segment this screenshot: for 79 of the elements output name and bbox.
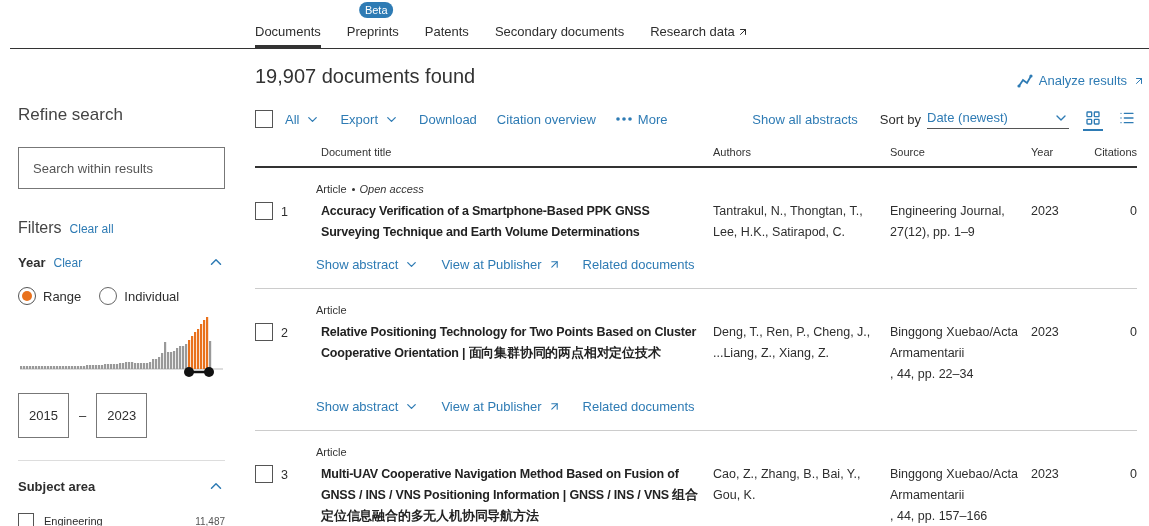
document-link[interactable]: Related documents xyxy=(582,257,695,272)
citations-count: 0 xyxy=(1129,324,1137,341)
sort-dropdown[interactable]: Date (newest) xyxy=(927,109,1069,129)
search-field[interactable]: Search within results xyxy=(18,147,225,189)
subject-count: 11,487 xyxy=(195,515,225,526)
select-all-checkbox[interactable] xyxy=(255,110,273,128)
tab[interactable]: Patents xyxy=(424,24,469,48)
document-type: Article xyxy=(316,446,347,458)
source-text: Engineering Journal, xyxy=(890,203,1006,220)
year-from-field[interactable]: 2015 xyxy=(18,393,69,438)
toolbar-link[interactable]: More xyxy=(615,111,668,127)
authors-text: ...Liang, Z., Xiang, Z. xyxy=(713,345,831,362)
radio-label: Range xyxy=(43,288,82,304)
row-checkbox[interactable] xyxy=(255,323,273,341)
document-link[interactable]: Show abstract xyxy=(316,257,420,272)
document-link[interactable]: Show abstract xyxy=(316,399,420,414)
analyze-results-link[interactable]: Analyze results xyxy=(1016,73,1145,88)
source-text: Binggong Xuebao/Acta xyxy=(890,324,1019,341)
checkbox[interactable] xyxy=(18,513,34,526)
clear-all-link[interactable]: Clear all xyxy=(69,222,114,236)
column-header: Year xyxy=(1030,146,1055,158)
year-to-field[interactable]: 2023 xyxy=(96,393,148,438)
citations-count: 0 xyxy=(1129,466,1137,483)
results-count: 19,907 documents found xyxy=(255,65,476,88)
row-number: 1 xyxy=(281,204,288,221)
document-title[interactable]: Relative Positioning Technology for Two Points Based on Cluster Cooperative Orientation | 面向集群协同的两点相对定位技术 xyxy=(321,322,707,364)
authors-text: Gou, K. xyxy=(713,487,757,504)
row-checkbox[interactable] xyxy=(255,202,273,220)
document-type: Article xyxy=(316,183,347,195)
document-link[interactable]: View at Publisher xyxy=(441,257,561,272)
authors-text: Deng, T., Ren, P., Cheng, J., xyxy=(713,324,872,341)
tab[interactable]: Secondary documents xyxy=(494,24,625,48)
document-title[interactable]: Multi-UAV Cooperative Navigation Method Based on Fusion of GNSS / INS / VNS Positioning Information | GNSS / INS / VNS 组合定位信息融合的多无人机协同导航方法 xyxy=(321,464,707,526)
year-text: 2023 xyxy=(1031,466,1060,483)
tab[interactable]: Preprints xyxy=(346,24,399,48)
column-header: Authors xyxy=(712,146,752,158)
column-header: Document title xyxy=(320,146,393,158)
document-type: Article xyxy=(316,304,347,316)
access-label: Open access xyxy=(359,183,424,195)
source-text: 27(12), pp. 1–9 xyxy=(890,224,976,241)
line-chart-icon xyxy=(1016,73,1033,88)
more-icon xyxy=(615,117,632,121)
sort-label: Sort by xyxy=(879,111,921,127)
toolbar-link[interactable]: Citation overview xyxy=(496,111,596,127)
column-header: Citations xyxy=(1093,146,1137,158)
bullet-icon xyxy=(351,187,355,191)
citations-count: 0 xyxy=(1129,203,1137,220)
row-number: 2 xyxy=(281,325,288,342)
radio-label: Individual xyxy=(124,288,180,304)
row-number: 3 xyxy=(281,467,288,484)
authors-text: Cao, Z., Zhang, B., Bai, Y., xyxy=(713,466,862,483)
toolbar-link[interactable]: All xyxy=(285,111,321,127)
source-text: Binggong Xuebao/Acta xyxy=(890,466,1019,483)
filters-title: Filters xyxy=(18,219,62,237)
range-separator: – xyxy=(79,408,87,423)
section-title: Year xyxy=(18,254,46,270)
source-text: Armamentarii xyxy=(890,345,966,362)
show-all-abstracts-link[interactable]: Show all abstracts xyxy=(752,111,858,127)
source-text: , 44, pp. 157–166 xyxy=(890,508,989,525)
year-text: 2023 xyxy=(1031,203,1060,220)
beta-badge: Beta xyxy=(358,2,394,18)
toolbar-link[interactable]: Download xyxy=(419,111,477,127)
document-link[interactable]: View at Publisher xyxy=(441,399,561,414)
document-link[interactable]: Related documents xyxy=(582,399,695,414)
source-text: Armamentarii xyxy=(890,487,966,504)
toolbar-link[interactable]: Export xyxy=(340,111,400,127)
tab[interactable]: Research data xyxy=(650,24,749,48)
column-header: Source xyxy=(889,146,926,158)
clear-link[interactable]: Clear xyxy=(53,255,83,270)
year-text: 2023 xyxy=(1031,324,1060,341)
authors-text: Tantrakul, N., Thongtan, T., xyxy=(713,203,864,220)
sidebar-title: Refine search xyxy=(18,105,124,125)
tab[interactable]: Documents xyxy=(255,24,321,48)
document-title[interactable]: Accuracy Verification of a Smartphone-Based PPK GNSS Surveying Technique and Earth Volume Determinations xyxy=(321,201,707,243)
source-text: , 44, pp. 22–34 xyxy=(890,366,975,383)
authors-text: Lee, H.K., Satirapod, C. xyxy=(713,224,846,241)
section-title: Subject area xyxy=(18,478,96,494)
range-slider-handles[interactable] xyxy=(184,367,214,377)
row-checkbox[interactable] xyxy=(255,465,273,483)
